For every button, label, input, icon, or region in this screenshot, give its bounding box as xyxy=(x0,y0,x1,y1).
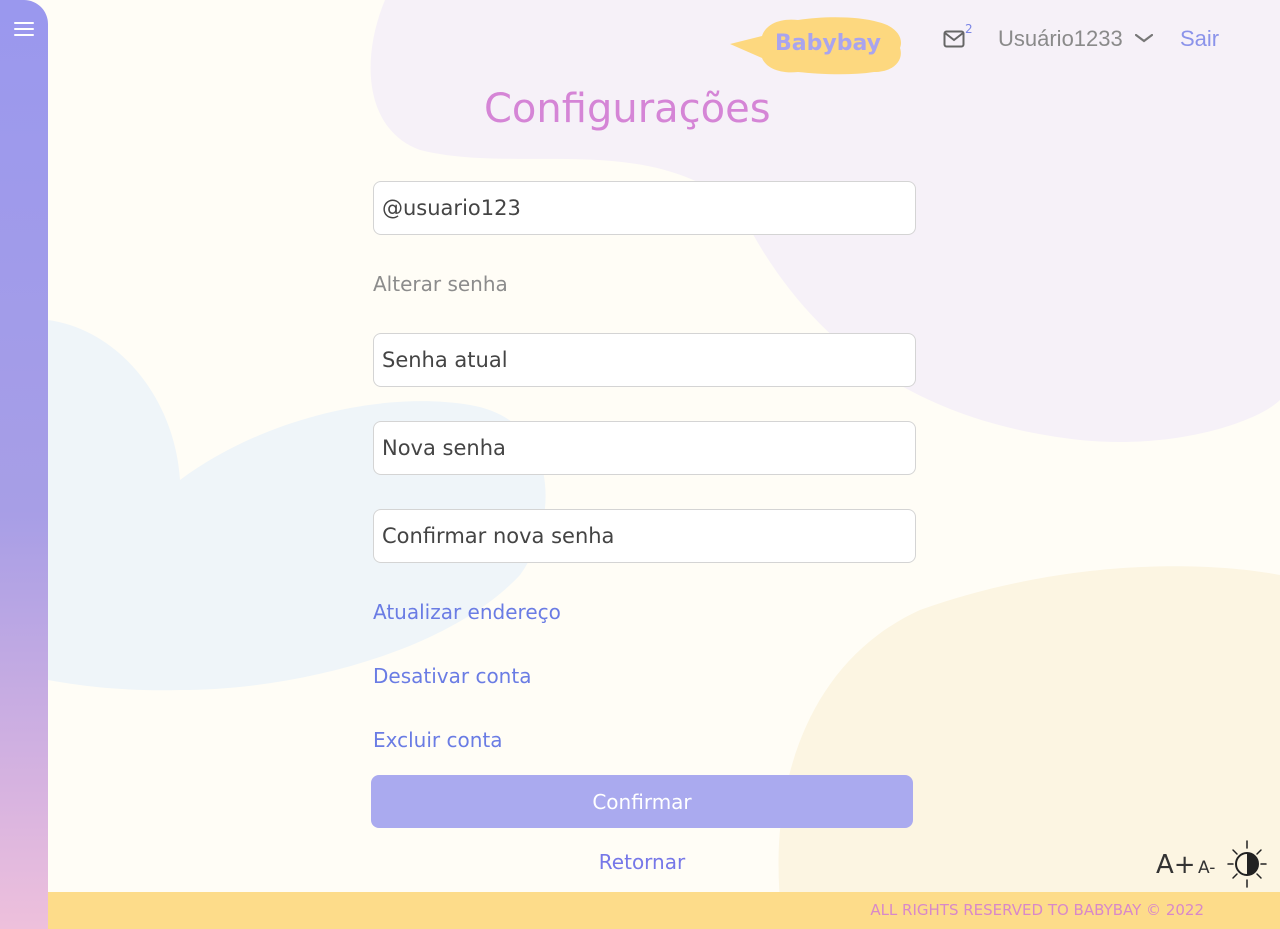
logo-text: Babybay xyxy=(775,31,881,56)
delete-account-link[interactable]: Excluir conta xyxy=(373,728,503,752)
mail-icon[interactable] xyxy=(943,30,965,48)
back-link[interactable]: Retornar xyxy=(599,850,685,874)
new-password-input[interactable]: Nova senha xyxy=(373,421,916,475)
mail-count-badge: 2 xyxy=(965,22,973,36)
chevron-down-icon[interactable] xyxy=(1135,34,1153,44)
current-password-input[interactable]: Senha atual xyxy=(373,333,916,387)
update-address-link[interactable]: Atualizar endereço xyxy=(373,600,561,624)
increase-font-button[interactable]: A+ xyxy=(1156,850,1196,880)
decrease-font-button[interactable]: A- xyxy=(1198,858,1215,878)
copyright-text: ALL RIGHTS RESERVED TO BABYBAY © 2022 xyxy=(870,901,1204,919)
footer: ALL RIGHTS RESERVED TO BABYBAY © 2022 xyxy=(0,892,1280,929)
username-field[interactable]: @usuario123 xyxy=(373,181,916,235)
page-title: Configurações xyxy=(484,86,771,132)
logo[interactable]: Babybay xyxy=(728,14,906,76)
sidebar xyxy=(0,0,48,929)
logout-link[interactable]: Sair xyxy=(1180,26,1219,52)
deactivate-account-link[interactable]: Desativar conta xyxy=(373,664,531,688)
username-menu[interactable]: Usuário1233 xyxy=(998,26,1123,52)
contrast-icon[interactable] xyxy=(1225,840,1269,888)
confirm-button[interactable]: Confirmar xyxy=(371,775,913,828)
menu-icon[interactable] xyxy=(14,22,34,38)
change-password-label: Alterar senha xyxy=(373,272,508,296)
confirm-password-input[interactable]: Confirmar nova senha xyxy=(373,509,916,563)
